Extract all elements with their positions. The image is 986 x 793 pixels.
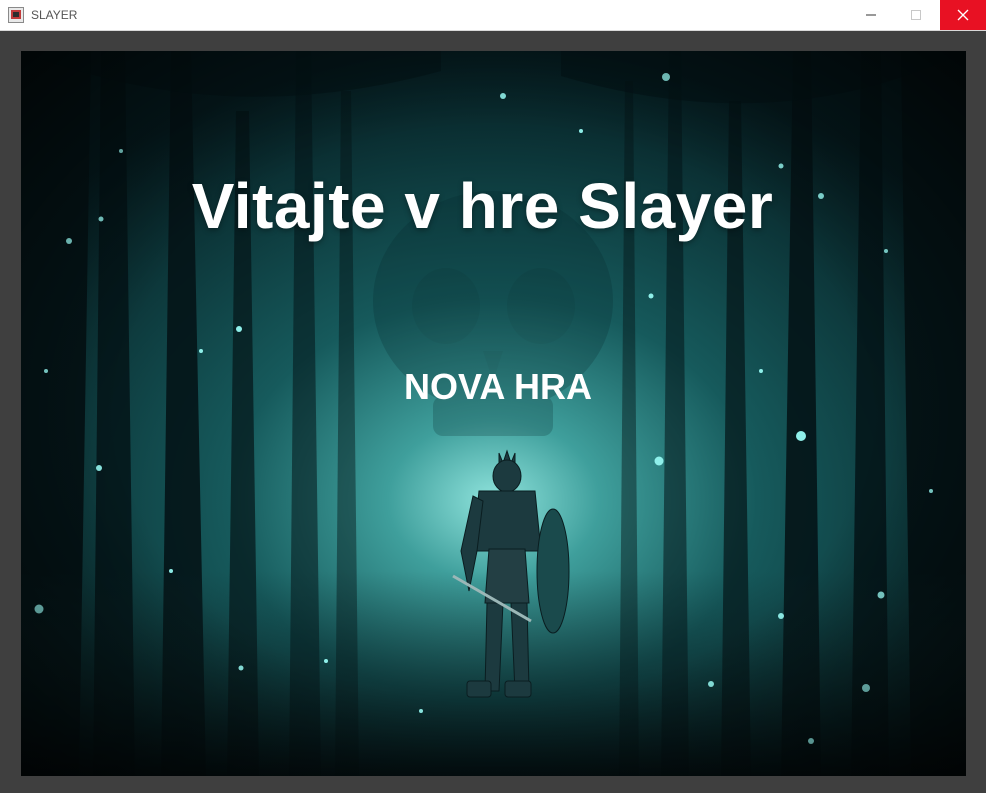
app-icon [8,7,24,23]
new-game-button[interactable]: NOVA HRA [373,366,623,408]
minimize-icon [866,14,876,16]
window-title: SLAYER [31,8,78,22]
maximize-icon [911,10,921,20]
window-bottom-border [0,776,986,793]
game-scene: Vitajte v hre Slayer NOVA HRA [21,51,966,776]
minimize-button[interactable] [848,0,894,30]
close-button[interactable] [940,0,986,30]
maximize-button[interactable] [893,0,939,30]
window-titlebar: SLAYER [0,0,986,31]
forest-background [21,51,966,776]
close-icon [957,9,969,21]
welcome-title: Vitajte v hre Slayer [191,170,774,242]
